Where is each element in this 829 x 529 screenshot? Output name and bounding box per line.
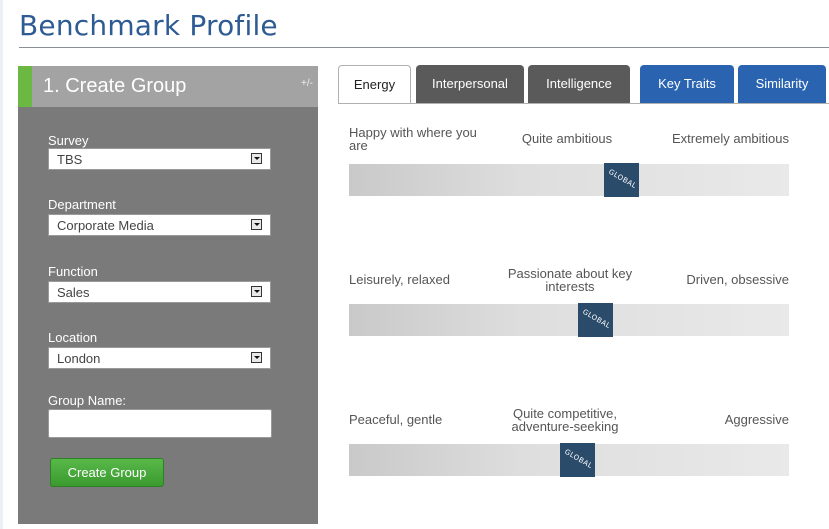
- dropdown-arrow-icon[interactable]: [251, 352, 262, 363]
- create-group-panel: 1. Create Group +/- Survey TBS Departmen…: [18, 66, 318, 524]
- scale-3-left-label: Peaceful, gentle: [349, 412, 443, 427]
- tab-similarity[interactable]: Similarity: [738, 65, 826, 103]
- group-name-input[interactable]: [48, 409, 272, 438]
- tab-bar: Energy Interpersonal Intelligence Key Tr…: [338, 65, 829, 104]
- global-marker-label: GLOBAL: [607, 167, 638, 191]
- global-marker-label: GLOBAL: [581, 307, 612, 331]
- dropdown-arrow-icon[interactable]: [251, 219, 262, 230]
- tab-energy[interactable]: Energy: [338, 65, 411, 103]
- location-label: Location: [48, 330, 98, 345]
- scale-2-bar: GLOBAL: [349, 303, 789, 337]
- scale-1-left-label: Happy with where you are: [349, 125, 477, 153]
- function-value: Sales: [57, 285, 90, 300]
- scale-1-middle-label: Quite ambitious: [521, 131, 613, 146]
- survey-select[interactable]: TBS: [48, 148, 271, 170]
- tab-intelligence[interactable]: Intelligence: [528, 65, 630, 103]
- department-value: Corporate Media: [57, 218, 154, 233]
- scale-2-right-label: Driven, obsessive: [686, 272, 789, 287]
- scale-3-bar: GLOBAL: [349, 443, 789, 477]
- function-select[interactable]: Sales: [48, 281, 271, 303]
- title-divider: [19, 47, 829, 48]
- scale-1-bar: GLOBAL: [349, 163, 789, 197]
- scale-3-right-label: Aggressive: [724, 412, 789, 427]
- location-select[interactable]: London: [48, 347, 271, 369]
- global-marker: GLOBAL: [604, 163, 639, 197]
- panel-header: 1. Create Group +/-: [18, 66, 318, 107]
- tab-key-traits[interactable]: Key Traits: [640, 65, 734, 103]
- scale-2-left-label: Leisurely, relaxed: [349, 272, 450, 287]
- page-title: Benchmark Profile: [19, 9, 278, 42]
- department-label: Department: [48, 197, 116, 212]
- tabs-divider: [338, 103, 829, 104]
- dropdown-arrow-icon[interactable]: [251, 153, 262, 164]
- tab-interpersonal[interactable]: Interpersonal: [416, 65, 524, 103]
- create-group-button[interactable]: Create Group: [50, 458, 164, 487]
- scale-1-right-label: Extremely ambitious: [671, 131, 789, 146]
- department-select[interactable]: Corporate Media: [48, 214, 271, 236]
- scale-2-middle-label: Passionate about key interests: [507, 266, 633, 294]
- collapse-toggle[interactable]: +/-: [301, 78, 313, 89]
- function-label: Function: [48, 264, 98, 279]
- group-name-label: Group Name:: [48, 393, 127, 408]
- global-marker: GLOBAL: [560, 443, 595, 477]
- global-marker: GLOBAL: [578, 303, 613, 337]
- panel-title: 1. Create Group: [43, 75, 187, 97]
- dropdown-arrow-icon[interactable]: [251, 286, 262, 297]
- left-border: [0, 0, 3, 529]
- survey-label: Survey: [48, 133, 89, 148]
- survey-value: TBS: [57, 152, 83, 167]
- scale-3-middle-label: Quite competitive, adventure-seeking: [511, 406, 619, 434]
- location-value: London: [57, 351, 101, 366]
- panel-accent: [18, 66, 32, 107]
- global-marker-label: GLOBAL: [563, 447, 594, 471]
